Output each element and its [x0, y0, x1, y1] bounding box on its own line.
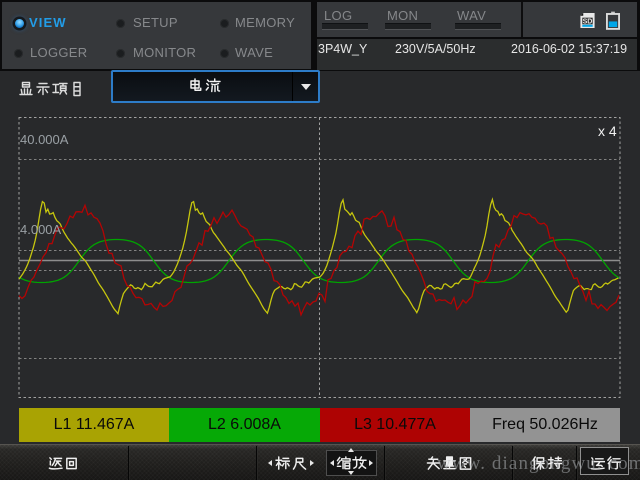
svg-text:SD: SD	[583, 18, 593, 26]
